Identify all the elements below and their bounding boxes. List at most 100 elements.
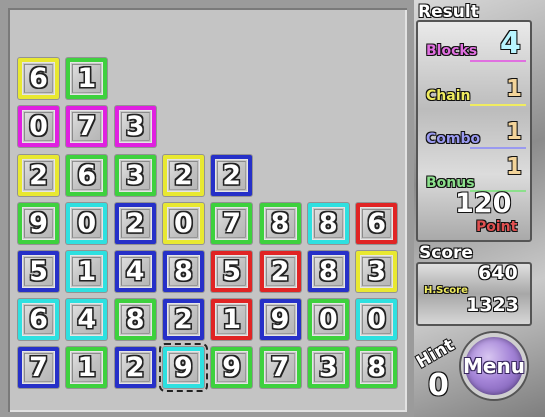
number-tile[interactable]: 5 — [18, 251, 59, 292]
number-tile[interactable]: 2 — [114, 203, 156, 244]
tile-number: 9 — [222, 352, 242, 383]
tile-number: 0 — [77, 208, 97, 239]
number-tile[interactable]: 9 — [158, 343, 208, 392]
number-tile[interactable]: 8 — [259, 203, 301, 244]
number-tile[interactable]: 2 — [162, 299, 204, 340]
tile-number: 6 — [77, 160, 97, 191]
number-tile[interactable]: 9 — [18, 203, 59, 244]
tile-number: 0 — [173, 208, 193, 239]
number-tile[interactable]: 9 — [259, 299, 301, 340]
combo-label: Combo — [426, 131, 481, 147]
tile-number: 3 — [367, 256, 386, 287]
hiscore-value: 1323 — [466, 294, 519, 316]
number-tile[interactable]: 1 — [211, 299, 253, 340]
number-tile[interactable]: 0 — [66, 203, 108, 244]
tile-number: 9 — [173, 352, 193, 383]
number-tile[interactable]: 8 — [307, 203, 349, 244]
tile-number: 2 — [270, 256, 290, 287]
number-tile[interactable]: 0 — [18, 106, 59, 147]
tile-number: 7 — [29, 352, 48, 383]
number-tile[interactable]: 4 — [114, 251, 156, 292]
hint-count: 0 — [428, 368, 449, 403]
number-tile[interactable]: 8 — [307, 251, 349, 292]
tile-number: 2 — [29, 160, 48, 191]
combo-value: 1 — [506, 119, 523, 145]
tile-number: 2 — [173, 160, 193, 191]
tile-number: 5 — [29, 256, 48, 287]
tile-number: 6 — [367, 208, 386, 239]
number-tile[interactable]: 7 — [211, 203, 253, 244]
tile-number: 8 — [173, 256, 193, 287]
number-tile[interactable]: 8 — [114, 299, 156, 340]
tile-number: 8 — [367, 352, 386, 383]
number-tile[interactable]: 6 — [18, 58, 59, 99]
chain-value: 1 — [506, 76, 523, 102]
number-tile[interactable]: 8 — [356, 347, 398, 388]
number-tile[interactable]: 7 — [66, 106, 108, 147]
number-tile[interactable]: 1 — [66, 347, 108, 388]
number-tile[interactable]: 1 — [66, 251, 108, 292]
tile-number: 7 — [222, 208, 242, 239]
hiscore-label: H.Score — [424, 285, 468, 296]
number-tile[interactable]: 0 — [162, 203, 204, 244]
number-tile[interactable]: 3 — [356, 251, 398, 292]
tile-number: 4 — [125, 256, 145, 287]
score-title: Score — [419, 243, 473, 263]
blocks-underline — [470, 60, 526, 62]
number-tile[interactable]: 2 — [162, 155, 204, 196]
tile-number: 0 — [367, 304, 386, 335]
score-value: 640 — [478, 262, 518, 284]
tile-number: 3 — [318, 352, 338, 383]
tile-number: 6 — [29, 304, 48, 335]
tile-number: 7 — [77, 111, 97, 142]
tile-number: 2 — [125, 208, 145, 239]
result-title: Result — [418, 2, 479, 22]
number-tile[interactable]: 7 — [259, 347, 301, 388]
number-tile[interactable]: 2 — [18, 155, 59, 196]
number-tile[interactable]: 4 — [66, 299, 108, 340]
tile-number: 5 — [222, 256, 242, 287]
tile-number: 8 — [318, 256, 338, 287]
number-tile[interactable]: 7 — [18, 347, 59, 388]
blocks-label: Blocks — [426, 43, 478, 59]
bonus-value: 1 — [506, 154, 523, 180]
tile-number: 0 — [29, 111, 48, 142]
blocks-value: 4 — [500, 26, 521, 61]
tile-number: 9 — [29, 208, 48, 239]
combo-underline — [470, 147, 526, 149]
number-tile[interactable]: 1 — [66, 58, 108, 99]
number-tile[interactable]: 8 — [162, 251, 204, 292]
tile-number: 8 — [125, 304, 145, 335]
chain-underline — [470, 104, 526, 106]
tile-number: 8 — [318, 208, 338, 239]
number-tile[interactable]: 6 — [356, 203, 398, 244]
game-board: 6107326322902078865148528364821900712997… — [8, 8, 407, 412]
hint-button[interactable]: Hint 0 — [413, 335, 466, 410]
tile-number: 1 — [77, 256, 97, 287]
number-tile[interactable]: 2 — [114, 347, 156, 388]
tile-number: 1 — [77, 63, 97, 94]
tile-number: 3 — [125, 160, 145, 191]
menu-button[interactable]: Menu — [461, 333, 527, 399]
number-tile[interactable]: 5 — [211, 251, 253, 292]
tile-number: 9 — [270, 304, 290, 335]
tile-number: 2 — [222, 160, 242, 191]
tile-number: 8 — [270, 208, 290, 239]
tile-number: 2 — [173, 304, 193, 335]
number-tile[interactable]: 0 — [307, 299, 349, 340]
number-tile[interactable]: 3 — [114, 106, 156, 147]
tile-number: 4 — [77, 304, 97, 335]
tile-number: 1 — [77, 352, 97, 383]
chain-label: Chain — [426, 88, 471, 104]
number-tile[interactable]: 0 — [356, 299, 398, 340]
tile-number: 0 — [318, 304, 338, 335]
number-tile[interactable]: 9 — [211, 347, 253, 388]
number-tile[interactable]: 3 — [307, 347, 349, 388]
number-tile[interactable]: 3 — [114, 155, 156, 196]
number-tile[interactable]: 2 — [259, 251, 301, 292]
number-tile[interactable]: 6 — [18, 299, 59, 340]
tile-number: 3 — [125, 111, 145, 142]
number-tile[interactable]: 2 — [211, 155, 253, 196]
tile-number: 1 — [222, 304, 242, 335]
number-tile[interactable]: 6 — [66, 155, 108, 196]
